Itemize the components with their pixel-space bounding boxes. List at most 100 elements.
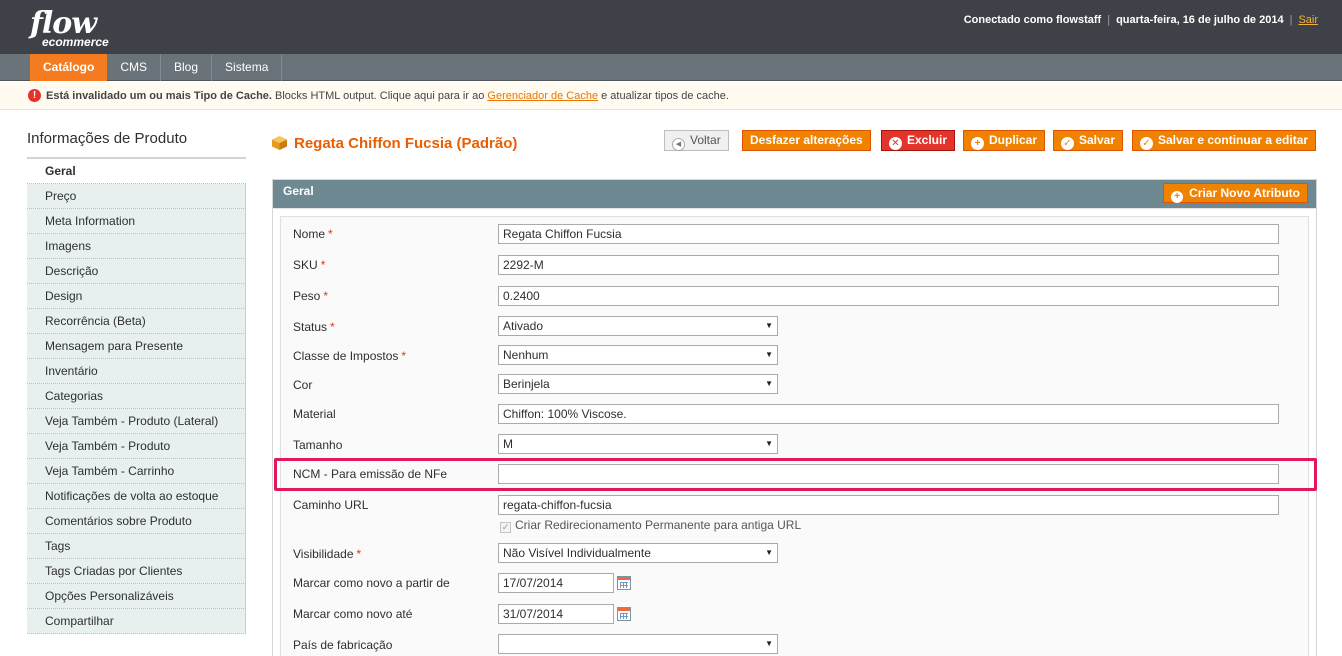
save-label: Salvar [1079,133,1116,147]
logo-sub-text: ecommerce [42,35,109,49]
sidebar-item-design[interactable]: Design [27,284,246,309]
page-title: Regata Chiffon Fucsia (Padrão) [294,135,518,152]
country-label: País de fabricação [293,638,393,652]
duplicate-button[interactable]: + Duplicar [963,130,1046,151]
sidebar-item-share[interactable]: Compartilhar [27,609,246,634]
delete-label: Excluir [907,133,948,147]
country-select[interactable] [498,634,778,654]
tax-class-select[interactable]: Nenhum [498,345,778,365]
new-to-input[interactable]: 31/07/2014 [498,604,614,624]
sidebar-item-related-side[interactable]: Veja Também - Produto (Lateral) [27,409,246,434]
url-key-input[interactable]: regata-chiffon-fucsia [498,495,1279,515]
notice-text-end: e atualizar tipos de cache. [598,90,729,102]
header-date: quarta-feira, 16 de julho de 2014 [1116,14,1284,26]
sidebar-item-stock-alerts[interactable]: Notificações de volta ao estoque [27,484,246,509]
url-key-label: Caminho URL [293,498,369,512]
delete-button[interactable]: ✕ Excluir [881,130,956,151]
nav-catalog[interactable]: Catálogo [30,54,108,81]
sidebar-item-meta[interactable]: Meta Information [27,209,246,234]
save-continue-label: Salvar e continuar a editar [1158,133,1309,147]
calendar-icon[interactable] [617,576,631,590]
product-box-icon [272,136,287,150]
nav-cms[interactable]: CMS [107,54,162,81]
required-mark: * [320,258,326,272]
calendar-icon[interactable] [617,607,631,621]
fieldset-body [280,216,1309,656]
required-mark: * [401,349,407,363]
tax-class-label: Classe de Impostos * [293,349,407,363]
sidebar-item-images[interactable]: Imagens [27,234,246,259]
new-from-input[interactable]: 17/07/2014 [498,573,614,593]
fieldset-title: Geral [283,184,314,198]
logged-in-user: Conectado como flowstaff [963,14,1102,26]
sidebar-item-crosssell[interactable]: Veja Também - Carrinho [27,459,246,484]
visibility-label: Visibilidade * [293,547,362,561]
new-to-label: Marcar como novo até [293,607,413,621]
create-attribute-label: Criar Novo Atributo [1189,186,1300,200]
reset-button[interactable]: Desfazer alterações [742,130,871,151]
reset-label: Desfazer alterações [750,133,863,147]
sidebar-item-inventory[interactable]: Inventário [27,359,246,384]
back-arrow-icon: ◀ [672,138,685,151]
sidebar-item-general[interactable]: Geral [27,159,246,184]
weight-input[interactable]: 0.2400 [498,286,1279,306]
sidebar-item-reviews[interactable]: Comentários sobre Produto [27,509,246,534]
redirect-checkbox[interactable]: ✓ [500,522,511,533]
required-mark: * [328,227,333,241]
sidebar-item-recurring[interactable]: Recorrência (Beta) [27,309,246,334]
sidebar-item-price[interactable]: Preço [27,184,246,209]
ncm-highlight-box [274,458,1317,491]
check-icon: ✓ [1140,137,1153,150]
cache-manager-link[interactable]: Gerenciador de Cache [487,90,598,102]
main-nav: Catálogo CMS Blog Sistema [0,54,1342,81]
product-info-sidebar: Informações de Produto Geral Preço Meta … [27,128,246,634]
redirect-option: ✓ Criar Redirecionamento Permanente para … [500,518,801,533]
header-separator: | [1289,14,1293,26]
sidebar-item-description[interactable]: Descrição [27,259,246,284]
size-label: Tamanho [293,438,343,452]
plus-icon: + [1171,191,1184,203]
delete-icon: ✕ [889,137,902,150]
color-select[interactable]: Berinjela [498,374,778,394]
material-input[interactable]: Chiffon: 100% Viscose. [498,404,1279,424]
back-label: Voltar [690,133,721,147]
sku-input[interactable]: 2292-M [498,255,1279,275]
error-icon: ! [28,89,41,102]
status-select[interactable]: Ativado [498,316,778,336]
logout-link[interactable]: Sair [1298,14,1318,26]
header-user-info: Conectado como flowstaff | quarta-feira, 1… [964,14,1318,26]
sidebar-title: Informações de Produto [27,128,246,159]
name-input[interactable]: Regata Chiffon Fucsia [498,224,1279,244]
back-button[interactable]: ◀ Voltar [664,130,729,151]
new-from-label: Marcar como novo a partir de [293,576,450,590]
nav-system[interactable]: Sistema [212,54,283,81]
visibility-select[interactable]: Não Visível Individualmente [498,543,778,563]
create-attribute-button[interactable]: + Criar Novo Atributo [1163,183,1308,203]
duplicate-label: Duplicar [989,133,1038,147]
size-select[interactable]: M [498,434,778,454]
top-header: flow ecommerce Conectado como flowstaff |… [0,0,1342,54]
material-label: Material [293,407,336,421]
check-icon: ✓ [1061,137,1074,150]
nav-blog[interactable]: Blog [161,54,213,81]
fieldset-header: Geral + Criar Novo Atributo [273,180,1316,209]
required-mark: * [356,547,362,561]
save-button[interactable]: ✓ Salvar [1053,130,1124,151]
name-label: Nome * [293,227,333,241]
redirect-label: Criar Redirecionamento Permanente para a… [515,518,802,532]
sidebar-item-related[interactable]: Veja Também - Produto [27,434,246,459]
sidebar-item-custom-options[interactable]: Opções Personalizáveis [27,584,246,609]
sidebar-item-categories[interactable]: Categorias [27,384,246,409]
sidebar-item-tags[interactable]: Tags [27,534,246,559]
notice-bold-text: Está invalidado um ou mais Tipo de Cache… [46,90,272,102]
notice-text: Blocks HTML output. Clique aqui para ir … [271,90,488,102]
sidebar-item-gift-message[interactable]: Mensagem para Presente [27,334,246,359]
save-continue-button[interactable]: ✓ Salvar e continuar a editar [1132,130,1317,151]
sku-label: SKU * [293,258,326,272]
color-label: Cor [293,378,313,392]
flow-logo[interactable]: flow ecommerce [30,6,130,50]
status-label: Status * [293,320,335,334]
sidebar-item-customer-tags[interactable]: Tags Criadas por Clientes [27,559,246,584]
required-mark: * [323,289,329,303]
weight-label: Peso * [293,289,329,303]
